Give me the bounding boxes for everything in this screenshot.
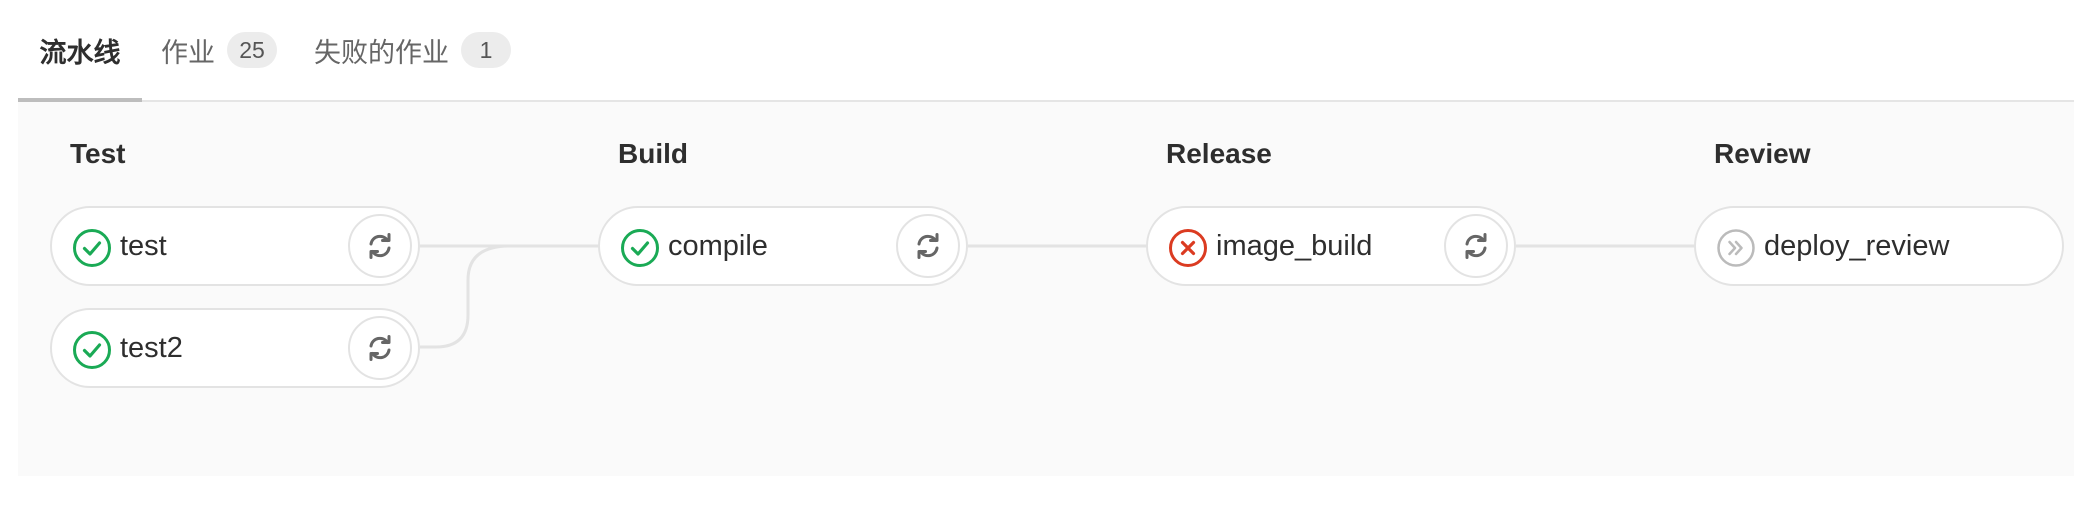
job-name: test [120, 229, 167, 262]
retry-icon [369, 335, 391, 361]
x-circle-icon [1169, 229, 1207, 267]
connector-test2-compile [420, 244, 511, 349]
job-compile[interactable]: compile [598, 206, 968, 286]
check-circle-icon [621, 229, 659, 267]
job-test[interactable]: test [50, 206, 420, 286]
job-name: image_build [1216, 229, 1373, 262]
job-image-build[interactable]: image_build [1146, 206, 1516, 286]
job-deploy-review[interactable]: deploy_review [1694, 206, 2064, 286]
retry-button[interactable] [348, 214, 412, 278]
check-circle-icon [73, 229, 111, 267]
retry-icon [1465, 233, 1487, 259]
retry-icon [369, 233, 391, 259]
retry-button[interactable] [896, 214, 960, 278]
job-name: test2 [120, 331, 183, 364]
retry-button[interactable] [1444, 214, 1508, 278]
job-name: deploy_review [1764, 229, 1950, 262]
skipped-icon [1717, 229, 1755, 267]
stage-title-build: Build [618, 138, 688, 169]
stage-title-test: Test [70, 138, 126, 169]
stage-title-release: Release [1166, 138, 1272, 169]
job-test2[interactable]: test2 [50, 308, 420, 388]
retry-button[interactable] [348, 316, 412, 380]
retry-icon [917, 233, 939, 259]
job-name: compile [668, 229, 768, 262]
stage-title-review: Review [1714, 138, 1811, 169]
check-circle-icon [73, 331, 111, 369]
